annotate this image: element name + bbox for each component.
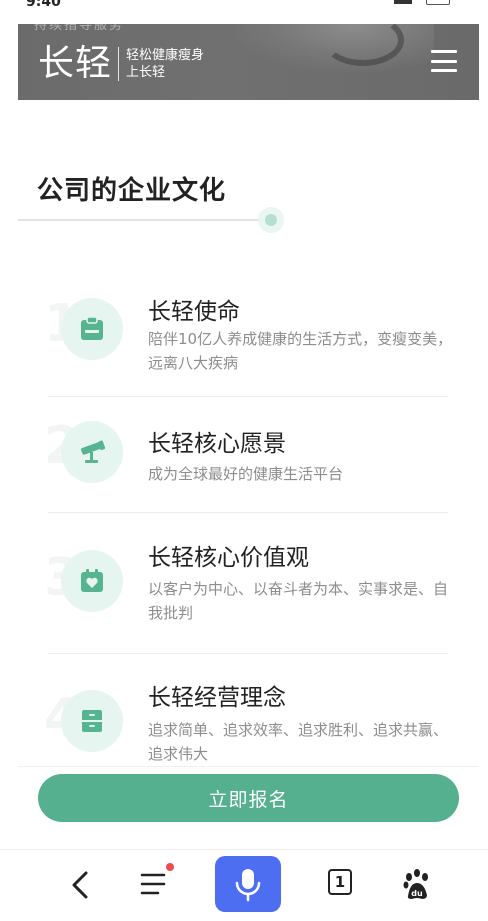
list-divider [48, 653, 448, 654]
value-title: 长轻核心价值观 [148, 545, 309, 571]
battery-icon [426, 0, 450, 5]
logo-wordmark: 长轻 [38, 43, 113, 84]
baidu-icon[interactable]: du [396, 863, 440, 907]
value-description: 陪伴10亿人养成健康的生活方式，变瘦变美，远离八大疾病 [148, 330, 453, 372]
value-description: 成为全球最好的健康生活平台 [148, 465, 344, 483]
page: 9:40 持续指导服务 长轻 轻松健康瘦身 上长轻 公司的企业文化 长轻使命 陪… [0, 0, 488, 921]
notification-dot [166, 863, 174, 871]
back-icon[interactable] [58, 863, 102, 907]
status-time: 9:40 [26, 0, 61, 10]
value-item-mission: 1 长轻使命 陪伴10亿人养成健康的生活方式，变瘦变美，远离八大疾病 [44, 280, 452, 400]
list-divider [48, 396, 448, 397]
header-background-photo [234, 24, 434, 72]
value-item-values: 3 长轻核心价值观 以客户为中心、以奋斗者为本、实事求是、自我批判 [44, 530, 448, 650]
site-logo[interactable]: 长轻 轻松健康瘦身 上长轻 [38, 44, 204, 84]
site-header: 持续指导服务 长轻 轻松健康瘦身 上长轻 [18, 24, 479, 100]
signup-button[interactable]: 立即报名 [38, 774, 459, 822]
logo-slogan-line2: 上长轻 [126, 65, 166, 80]
tabs-icon[interactable]: 1 [320, 863, 364, 907]
value-item-philosophy: 4 长轻经营理念 追求简单、追求效率、追求胜利、追求共赢、追求伟大 [44, 670, 448, 770]
menu-icon[interactable] [134, 863, 178, 907]
value-description: 追求简单、追求效率、追求胜利、追求共赢、追求伟大 [148, 721, 449, 763]
value-title: 长轻核心愿景 [148, 431, 286, 457]
value-title: 长轻使命 [148, 299, 240, 325]
voice-icon[interactable] [215, 856, 281, 912]
cabinet-icon [61, 690, 123, 752]
logo-separator [118, 47, 120, 81]
value-title: 长轻经营理念 [148, 685, 286, 711]
status-indicators [390, 0, 450, 6]
section-title: 公司的企业文化 [37, 176, 227, 206]
hamburger-menu-icon[interactable] [431, 50, 457, 72]
logo-slogan: 轻松健康瘦身 上长轻 [126, 47, 204, 81]
telescope-icon [61, 421, 123, 483]
title-dot-decoration [258, 207, 284, 233]
calendar-heart-icon [61, 550, 123, 612]
menu-bar [431, 69, 457, 72]
menu-bar [431, 59, 457, 63]
status-bar: 9:40 [0, 0, 488, 24]
signal-icon [394, 0, 412, 4]
header-underlay-text: 持续指导服务 [34, 24, 125, 33]
logo-slogan-line1: 轻松健康瘦身 [126, 48, 205, 63]
browser-toolbar: 1 du [0, 850, 488, 921]
svg-text:du: du [411, 889, 423, 898]
menu-bar [431, 50, 457, 53]
clipboard-icon [61, 298, 123, 360]
tab-count: 1 [328, 869, 352, 895]
list-divider [48, 512, 448, 513]
value-description: 以客户为中心、以奋斗者为本、实事求是、自我批判 [148, 580, 449, 622]
value-item-vision: 2 长轻核心愿景 成为全球最好的健康生活平台 [44, 410, 448, 510]
title-underline [18, 219, 270, 221]
